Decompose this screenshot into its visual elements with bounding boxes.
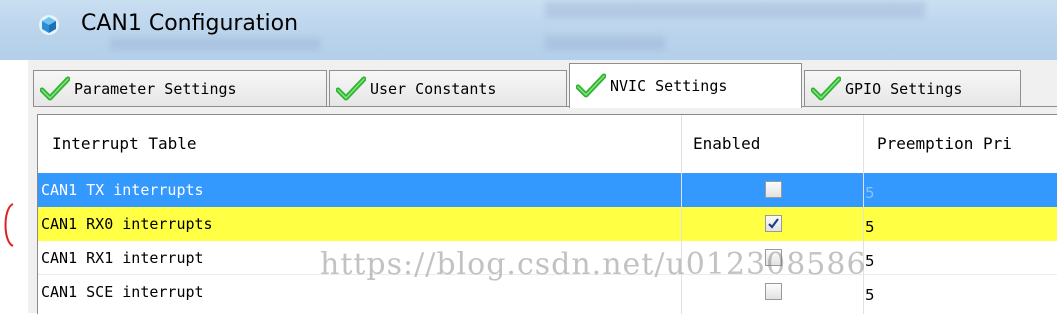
interrupt-table: Interrupt Table Enabled Preemption Pri C… [37, 114, 1057, 314]
blurred-background [545, 2, 925, 18]
table-row[interactable]: CAN1 TX interrupts 5 [38, 173, 1057, 207]
green-check-icon [40, 76, 70, 100]
column-divider [681, 115, 682, 314]
tab-label: User Constants [370, 79, 497, 98]
tab-label: Parameter Settings [74, 79, 237, 98]
priority-value[interactable]: 5 [865, 278, 875, 312]
red-bracket-annotation [4, 203, 14, 247]
table-row[interactable]: CAN1 RX0 interrupts 5 [38, 207, 1057, 241]
cube-icon [39, 15, 59, 35]
window-title: CAN1 Configuration [81, 11, 299, 36]
window-titlebar: CAN1 Configuration [0, 0, 1057, 60]
tab-strip-border [33, 106, 1057, 107]
table-header: Interrupt Table Enabled Preemption Pri [38, 115, 1057, 174]
watermark: https://blog.csdn.net/u012308586 [320, 247, 867, 282]
tab-parameter-settings[interactable]: Parameter Settings [33, 70, 327, 106]
green-check-icon [336, 76, 366, 100]
green-check-icon [811, 76, 841, 100]
tab-gpio-settings[interactable]: GPIO Settings [804, 70, 1021, 106]
priority-value[interactable]: 5 [865, 210, 875, 244]
column-header-enabled[interactable]: Enabled [681, 115, 863, 173]
enabled-checkbox[interactable] [765, 181, 782, 198]
green-check-icon [576, 73, 606, 98]
blurred-background [110, 38, 320, 50]
tab-label: GPIO Settings [845, 79, 963, 98]
interrupt-name: CAN1 RX1 interrupt [41, 249, 204, 267]
enabled-checkbox[interactable] [765, 215, 782, 232]
checkmark-icon [768, 218, 779, 229]
tab-nvic-settings[interactable]: NVIC Settings [569, 63, 802, 108]
interrupt-name: CAN1 TX interrupts [41, 181, 204, 199]
column-header-interrupt[interactable]: Interrupt Table [38, 115, 681, 173]
blurred-background [545, 36, 665, 50]
priority-value[interactable]: 5 [865, 176, 875, 210]
column-header-priority[interactable]: Preemption Pri [863, 115, 1057, 173]
tab-user-constants[interactable]: User Constants [329, 70, 567, 106]
interrupt-name: CAN1 SCE interrupt [41, 283, 204, 301]
column-divider [863, 115, 864, 314]
interrupt-name: CAN1 RX0 interrupts [41, 215, 213, 233]
tab-label: NVIC Settings [610, 77, 728, 95]
enabled-checkbox[interactable] [765, 283, 782, 300]
